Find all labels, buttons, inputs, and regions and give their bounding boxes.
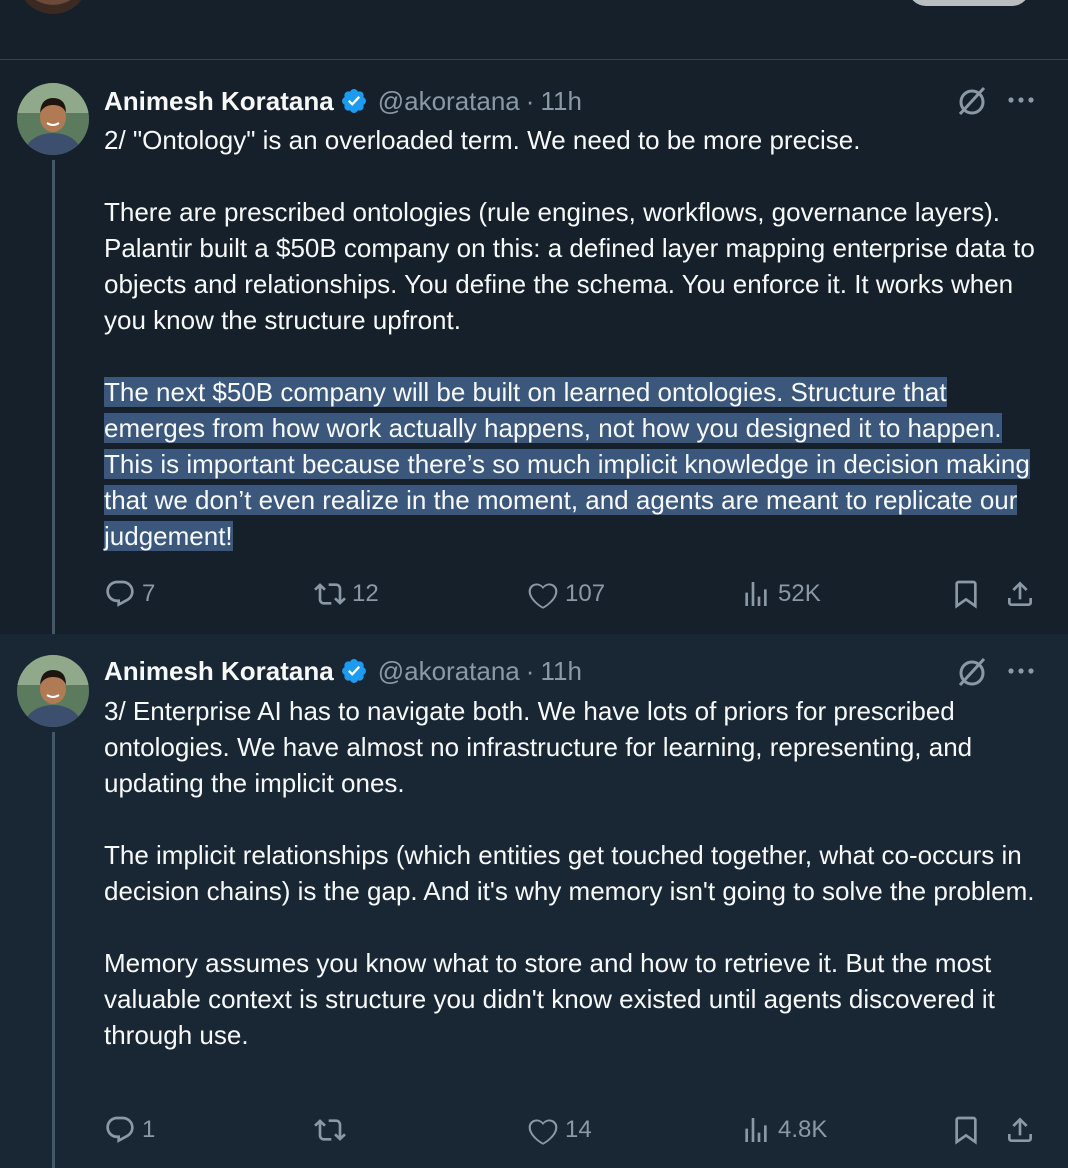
- grok-icon[interactable]: [954, 654, 990, 690]
- reply-button[interactable]: 7: [104, 576, 155, 612]
- tweet-paragraph: 3/ Enterprise AI has to navigate both. W…: [104, 696, 973, 798]
- verified-badge-icon[interactable]: [340, 87, 368, 115]
- thread-connector: [52, 160, 55, 634]
- tweet-paragraph: There are prescribed ontologies (rule en…: [104, 197, 1035, 335]
- share-icon: [1008, 581, 1032, 606]
- thread-view: Animesh Koratana @akoratana · 11h 2/ "On…: [0, 0, 1068, 1168]
- follow-button[interactable]: [908, 0, 1030, 6]
- avatar[interactable]: [17, 655, 89, 727]
- avatar[interactable]: [17, 83, 89, 155]
- thread-connector: [52, 732, 55, 1168]
- like-icon: [528, 1119, 558, 1145]
- bookmark-icon: [955, 580, 977, 609]
- like-button[interactable]: 14: [527, 1112, 592, 1148]
- retweet-button[interactable]: [314, 1112, 352, 1148]
- tweet[interactable]: Animesh Koratana @akoratana · 11h 2/ "On…: [0, 60, 1068, 634]
- retweet-count: 12: [352, 580, 379, 607]
- tweet-text: 2/ "Ontology" is an overloaded term. We …: [104, 122, 1044, 554]
- separator-dot: ·: [525, 85, 535, 116]
- avatar[interactable]: [17, 0, 89, 14]
- author-name[interactable]: Animesh Koratana: [104, 656, 334, 687]
- verified-badge-icon[interactable]: [340, 657, 368, 685]
- views-button[interactable]: 52K: [740, 576, 821, 612]
- like-button[interactable]: 107: [527, 576, 605, 612]
- tweet[interactable]: Animesh Koratana @akoratana · 11h 3/ Ent…: [0, 634, 1068, 1168]
- tweet-header: Animesh Koratana @akoratana · 11h: [104, 84, 582, 118]
- like-count: 14: [565, 1116, 592, 1143]
- views-icon: [745, 582, 767, 606]
- reply-count: 1: [142, 1116, 156, 1143]
- tweet-actions: 7 12 107 52K: [104, 576, 1044, 612]
- grok-icon[interactable]: [954, 83, 990, 119]
- author-handle[interactable]: @akoratana: [378, 86, 520, 117]
- tweet-text: 3/ Enterprise AI has to navigate both. W…: [104, 693, 1044, 1053]
- views-count: 52K: [778, 580, 821, 607]
- reply-count: 7: [142, 580, 156, 607]
- author-name[interactable]: Animesh Koratana: [104, 86, 334, 117]
- tweet-paragraph: 2/ "Ontology" is an overloaded term. We …: [104, 125, 861, 155]
- views-icon: [745, 1118, 767, 1142]
- tweet-actions: 1 14 4.8K: [104, 1112, 1044, 1148]
- like-icon: [528, 583, 558, 609]
- timestamp[interactable]: 11h: [540, 86, 581, 117]
- like-count: 107: [565, 580, 606, 607]
- share-icon: [1008, 1117, 1032, 1142]
- share-button[interactable]: [1004, 1112, 1036, 1148]
- tweet-paragraph: The implicit relationships (which entiti…: [104, 840, 1035, 906]
- retweet-icon: [314, 1119, 346, 1141]
- tweet-paragraph: Memory assumes you know what to store an…: [104, 948, 995, 1050]
- bookmark-button[interactable]: [950, 576, 982, 612]
- retweet-button[interactable]: 12: [314, 576, 379, 612]
- views-count: 4.8K: [778, 1116, 828, 1143]
- selected-text: The next $50B company will be built on l…: [104, 377, 1030, 551]
- more-icon[interactable]: [1004, 654, 1038, 688]
- bookmark-button[interactable]: [950, 1112, 982, 1148]
- author-handle[interactable]: @akoratana: [378, 656, 520, 687]
- reply-icon: [106, 580, 134, 607]
- more-icon[interactable]: [1004, 83, 1038, 117]
- previous-tweet-partial: [0, 0, 1068, 60]
- views-button[interactable]: 4.8K: [740, 1112, 827, 1148]
- reply-icon: [106, 1116, 134, 1143]
- bookmark-icon: [955, 1116, 977, 1145]
- tweet-paragraph-highlighted: The next $50B company will be built on l…: [104, 374, 1044, 554]
- timestamp[interactable]: 11h: [540, 656, 581, 687]
- tweet-header: Animesh Koratana @akoratana · 11h: [104, 654, 582, 688]
- separator-dot: ·: [525, 655, 535, 686]
- share-button[interactable]: [1004, 576, 1036, 612]
- reply-button[interactable]: 1: [104, 1112, 155, 1148]
- retweet-icon: [314, 583, 346, 605]
